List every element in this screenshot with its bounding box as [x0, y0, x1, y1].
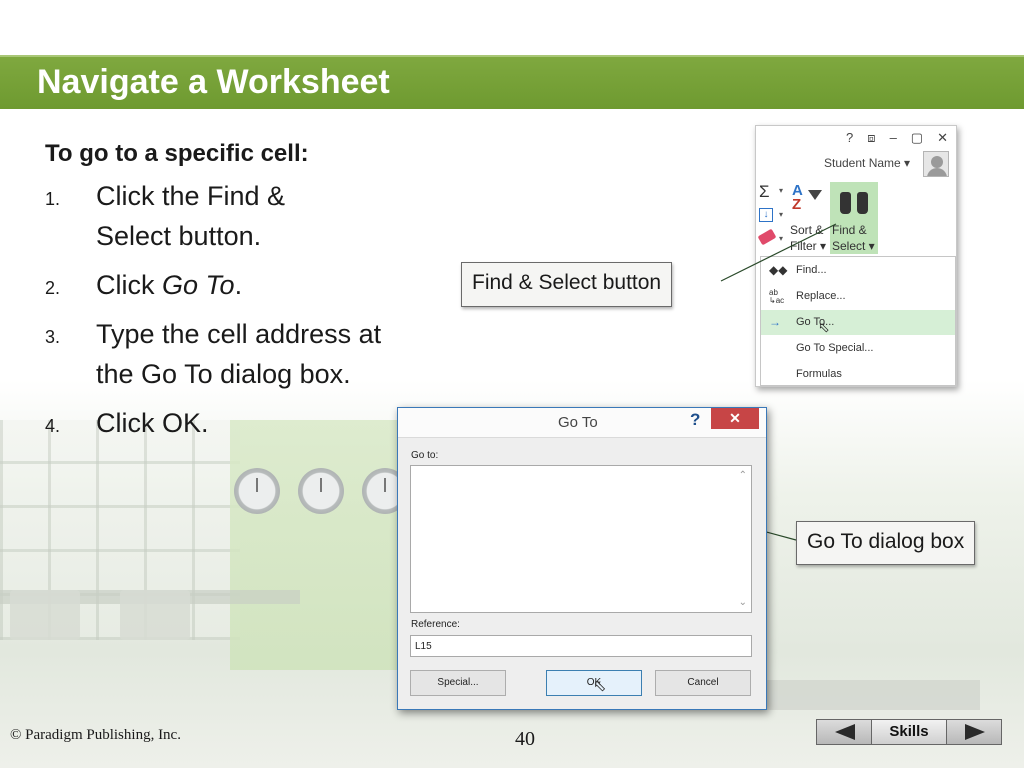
skills-button[interactable]: Skills — [872, 719, 946, 745]
background-chair — [10, 590, 80, 640]
reference-input[interactable] — [410, 635, 752, 657]
background-chair — [120, 590, 190, 640]
minimize-icon[interactable]: – — [890, 130, 897, 146]
close-button[interactable]: ✕ — [711, 408, 759, 429]
close-icon[interactable]: ✕ — [937, 130, 948, 146]
menu-item-label: Replace... — [796, 290, 846, 302]
goto-dialog-callout: Go To dialog box — [796, 521, 976, 565]
step-text: Click OK. — [96, 408, 209, 438]
step-text: Click — [96, 270, 162, 300]
special-button[interactable]: Special... — [410, 670, 506, 696]
page-number: 40 — [515, 728, 535, 750]
clock-icon — [234, 468, 280, 514]
arrow-right-icon: → — [769, 315, 781, 329]
restore-icon[interactable]: ▢ — [911, 130, 923, 146]
user-name[interactable]: Student Name ▾ — [824, 156, 910, 170]
mouse-pointer-icon: ⬁ — [818, 319, 830, 335]
sort-filter-label: Filter ▾ — [790, 239, 827, 253]
help-icon[interactable]: ? — [846, 130, 853, 146]
sort-filter-button[interactable]: Sort & Filter ▾ — [790, 222, 830, 254]
next-slide-button[interactable] — [946, 719, 1002, 745]
step-3: 3. Type the cell address at the Go To di… — [45, 314, 390, 394]
autosum-icon[interactable]: Σ — [759, 182, 770, 202]
step-text-italic: Go To — [162, 270, 235, 300]
fill-icon[interactable]: ↓ — [759, 208, 773, 222]
menu-item-find[interactable]: ◆◆ Find... — [761, 258, 955, 283]
instructions: To go to a specific cell: 1. Click the F… — [45, 140, 405, 452]
sort-filter-label: Sort & — [790, 223, 824, 237]
cancel-button[interactable]: Cancel — [655, 670, 751, 696]
arrow-right-icon — [965, 724, 985, 740]
instructions-heading: To go to a specific cell: — [45, 140, 309, 167]
mouse-pointer-icon: ⬁ — [593, 678, 607, 695]
step-number: 3. — [45, 327, 61, 347]
menu-item-label: Formulas — [796, 368, 842, 380]
menu-item-go-to[interactable]: → Go To... — [761, 310, 955, 335]
binoculars-icon: ◆◆ — [769, 263, 788, 277]
chevron-down-icon[interactable]: ⌄ — [739, 597, 747, 608]
goto-list[interactable]: ⌃ ⌄ — [410, 465, 752, 613]
menu-item-label: Find... — [796, 264, 827, 276]
step-number: 1. — [45, 189, 61, 209]
step-text: Click the Find & Select button. — [96, 181, 286, 251]
reference-label: Reference: — [411, 619, 460, 630]
replace-icon: ab ↳ac — [769, 288, 785, 305]
clear-icon[interactable] — [757, 228, 777, 246]
menu-item-replace[interactable]: ab ↳ac Replace... — [761, 284, 955, 309]
step-text: Type the cell address at the Go To dialo… — [96, 319, 382, 389]
find-select-label: Find & Select ▾ — [832, 222, 878, 254]
dialog-title: Go To — [558, 414, 598, 431]
find-select-label-line2: Select ▾ — [832, 239, 875, 253]
chevron-down-icon: ▾ — [779, 234, 784, 243]
filter-icon — [808, 190, 822, 200]
background-green-wall — [230, 420, 410, 670]
arrow-left-icon — [835, 724, 855, 740]
go-to-dialog: Go To ? ✕ Go to: ⌃ ⌄ Reference: Special.… — [397, 407, 767, 710]
window-controls: ? ⧈ – ▢ ✕ — [846, 130, 948, 146]
sort-az-icon: AZ — [792, 182, 803, 213]
dialog-title-bar[interactable]: Go To ? ✕ — [398, 408, 766, 438]
find-select-callout: Find & Select button — [461, 262, 673, 307]
help-icon[interactable]: ? — [690, 410, 700, 430]
binoculars-icon — [840, 188, 868, 216]
menu-item-label: Go To Special... — [796, 342, 874, 354]
step-text-end: . — [234, 270, 243, 300]
find-select-label-line1: Find & — [832, 223, 867, 237]
chevron-down-icon: ▾ — [779, 210, 784, 219]
excel-ribbon-screenshot: ? ⧈ – ▢ ✕ Student Name ▾ Σ ▾ ↓ ▾ ▾ AZ So… — [755, 125, 957, 387]
chevron-up-icon[interactable]: ⌃ — [739, 470, 747, 481]
step-number: 2. — [45, 278, 61, 298]
skills-navigation: Skills — [816, 719, 1002, 745]
ribbon-display-icon[interactable]: ⧈ — [867, 130, 875, 146]
step-1: 1. Click the Find & Select button. — [45, 176, 335, 256]
slide-title: Navigate a Worksheet — [37, 63, 390, 101]
find-select-menu: ◆◆ Find... ab ↳ac Replace... → Go To... G… — [760, 256, 956, 386]
avatar[interactable] — [923, 151, 949, 177]
find-select-button[interactable]: Find & Select ▾ — [830, 182, 878, 254]
copyright: © Paradigm Publishing, Inc. — [10, 727, 181, 743]
menu-item-go-to-special[interactable]: Go To Special... — [761, 336, 955, 361]
chevron-down-icon: ▾ — [779, 186, 784, 195]
step-2: 2. Click Go To. — [45, 265, 405, 305]
goto-label: Go to: — [411, 450, 439, 461]
clock-icon — [298, 468, 344, 514]
menu-item-formulas[interactable]: Formulas — [761, 362, 955, 386]
slide-title-bar: Navigate a Worksheet — [0, 55, 1024, 109]
previous-slide-button[interactable] — [816, 719, 872, 745]
step-4: 4. Click OK. — [45, 403, 405, 443]
step-number: 4. — [45, 416, 61, 436]
